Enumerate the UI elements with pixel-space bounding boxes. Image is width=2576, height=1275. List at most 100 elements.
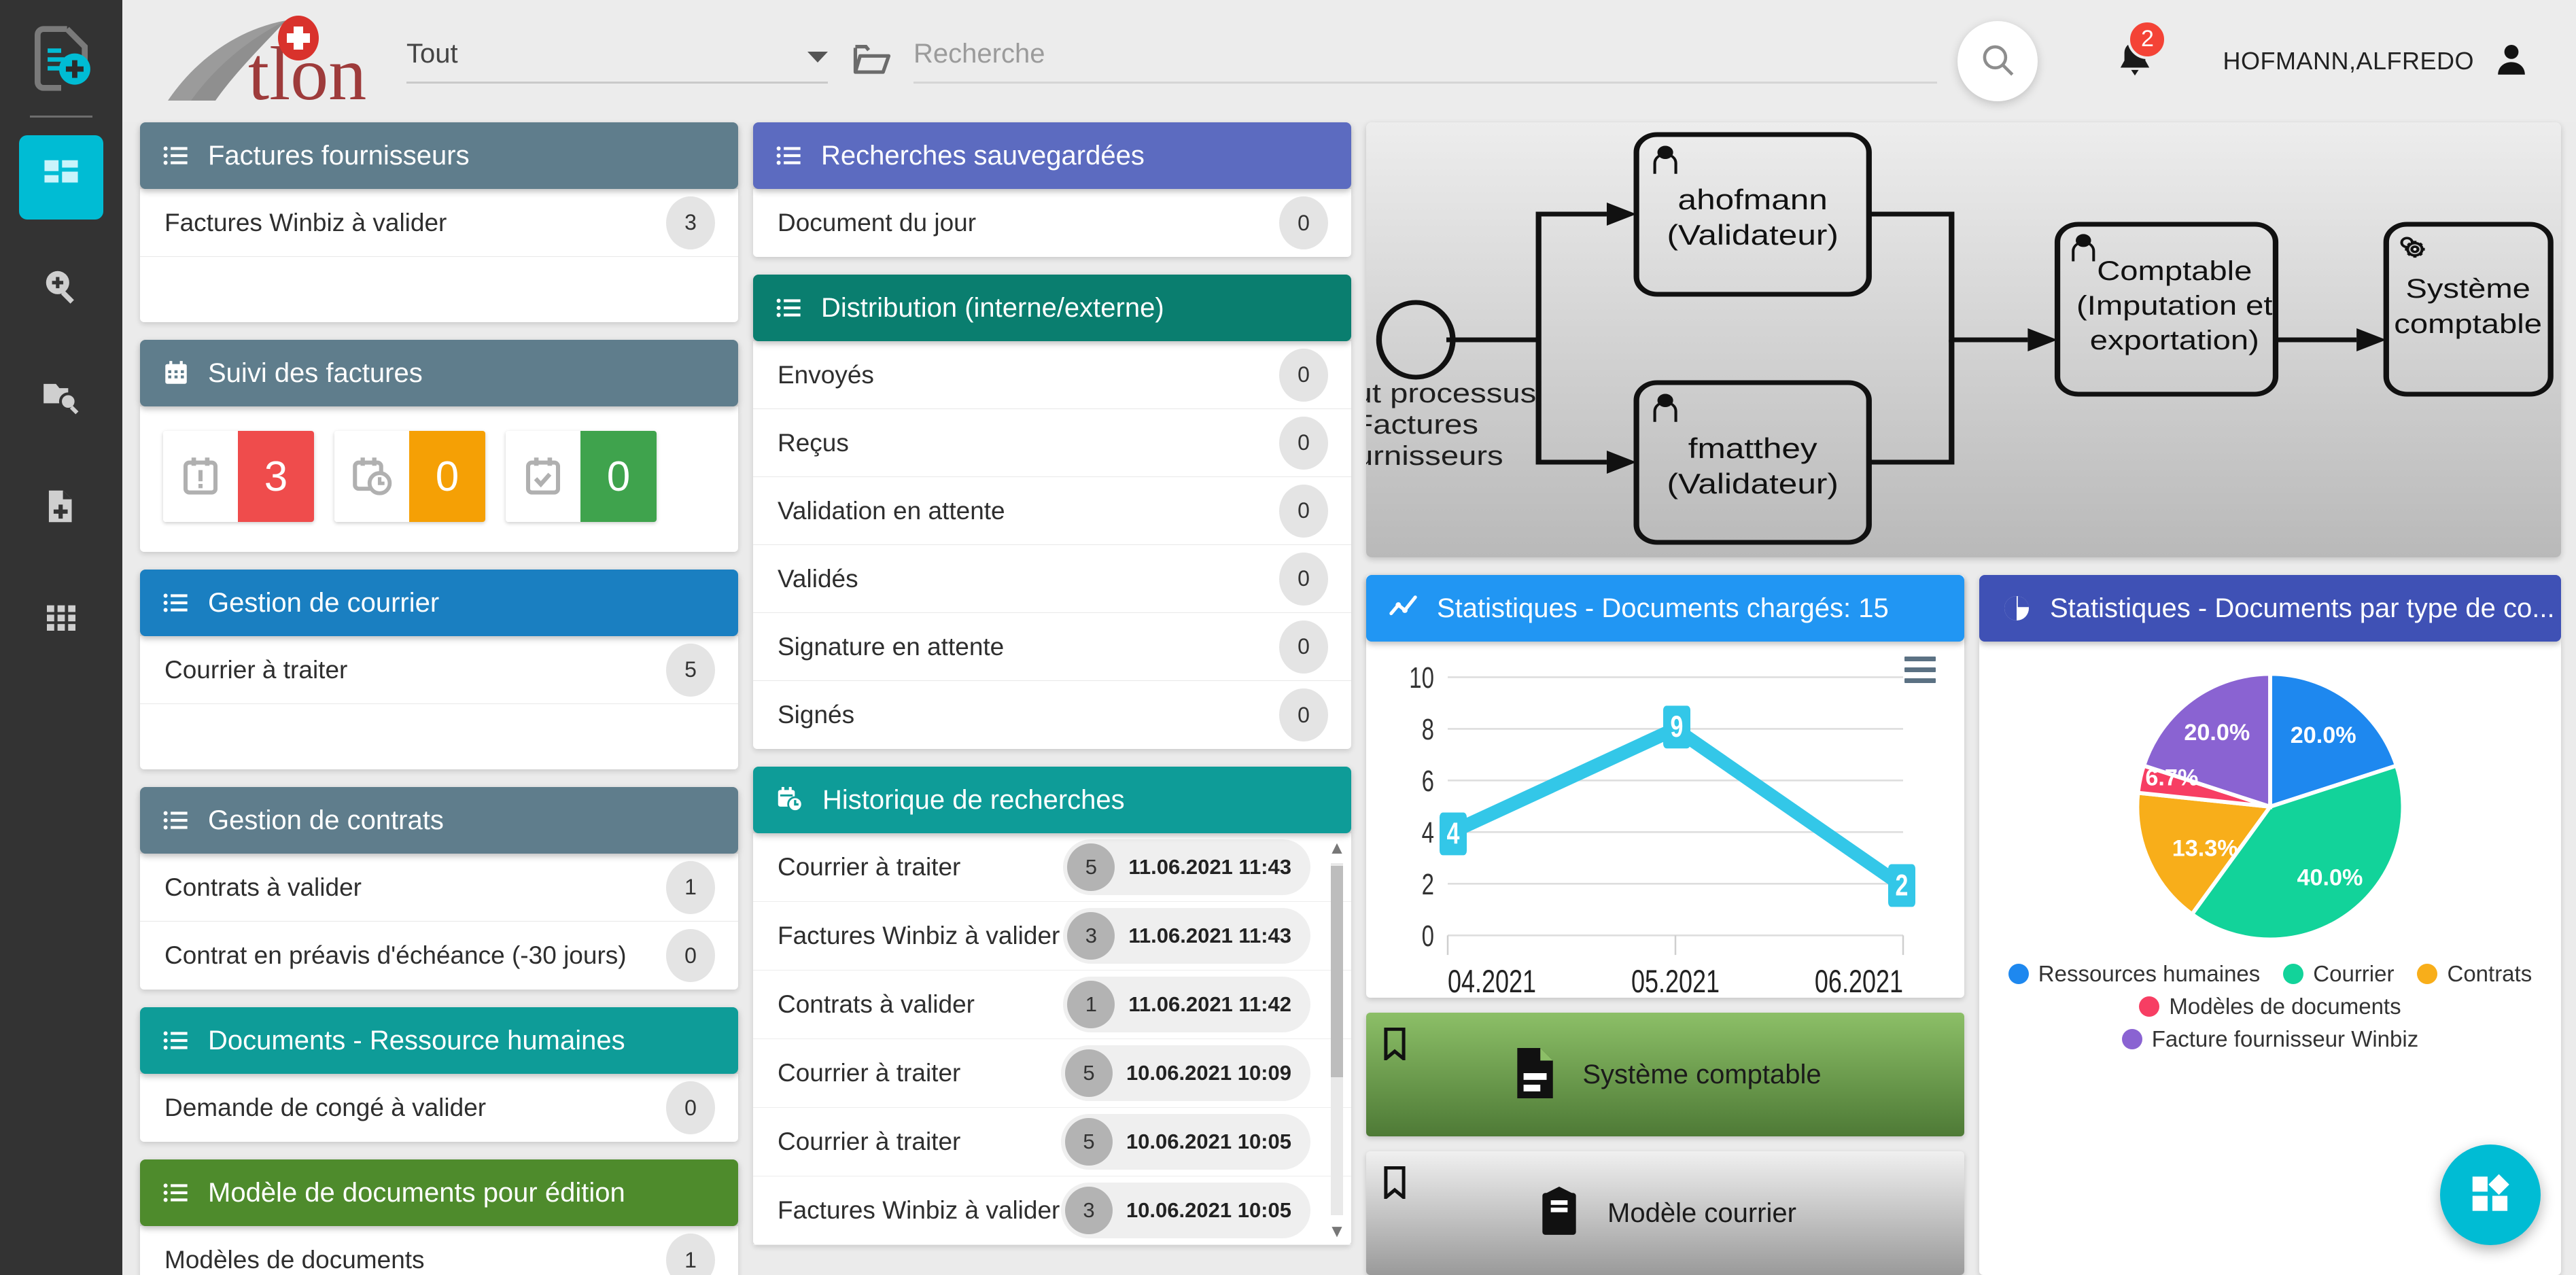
card-header[interactable]: Recherches sauvegardées bbox=[753, 122, 1351, 189]
list-item-label: Courrier à traiter bbox=[778, 1059, 961, 1087]
card-header[interactable]: Modèle de documents pour édition bbox=[140, 1159, 738, 1226]
sidebar-item-folder-search[interactable] bbox=[19, 355, 103, 440]
list-item-date: 11.06.2021 11:43 bbox=[1128, 855, 1291, 879]
shortcut-label: Modèle courrier bbox=[1607, 1198, 1796, 1228]
app-root: tlon Tout Recherche 2 HOFMANN,ALFREDO Fa… bbox=[0, 0, 2576, 1275]
card-body: Courrier à traiter 5 11.06.2021 11:43 Fa… bbox=[753, 833, 1351, 1245]
list-item[interactable]: Validés 0 bbox=[753, 545, 1351, 613]
legend-item[interactable]: Ressources humaines bbox=[2008, 961, 2260, 987]
scroll-up-icon[interactable]: ▲ bbox=[1328, 833, 1346, 862]
card-title: Distribution (interne/externe) bbox=[821, 292, 1164, 323]
search-button[interactable] bbox=[1957, 21, 2038, 101]
list-icon bbox=[775, 294, 803, 322]
card-body: Factures Winbiz à valider 3 bbox=[140, 189, 738, 322]
card-header[interactable]: Statistiques - Documents par type de co.… bbox=[1979, 575, 2561, 642]
legend-label: Modèles de documents bbox=[2169, 994, 2401, 1019]
global-search[interactable] bbox=[913, 39, 1938, 84]
list-item[interactable]: Signature en attente 0 bbox=[753, 613, 1351, 681]
list-item-count: 0 bbox=[1279, 416, 1328, 470]
svg-text:Factures: Factures bbox=[1366, 409, 1478, 440]
list-item[interactable]: Contrats à valider 1 bbox=[140, 854, 738, 922]
list-item-date: 11.06.2021 11:43 bbox=[1128, 924, 1291, 947]
card-title: Gestion de courrier bbox=[208, 587, 440, 618]
folder-search-icon bbox=[40, 375, 82, 421]
card-header[interactable]: Suivi des factures bbox=[140, 340, 738, 406]
card-header[interactable]: Historique de recherches bbox=[753, 767, 1351, 833]
shortcut-modele-courrier[interactable]: Modèle courrier bbox=[1366, 1151, 1964, 1275]
list-item[interactable]: Contrats à valider 1 11.06.2021 11:42 bbox=[753, 971, 1351, 1039]
svg-text:8: 8 bbox=[1422, 714, 1434, 746]
list-item[interactable]: Envoyés 0 bbox=[753, 341, 1351, 409]
scrollbar-thumb[interactable] bbox=[1331, 866, 1343, 1077]
list-item[interactable]: Demande de congé à valider 0 bbox=[140, 1074, 738, 1142]
svg-text:exportation): exportation) bbox=[2090, 325, 2259, 355]
list-item[interactable]: Contrat en préavis d'échéance (-30 jours… bbox=[140, 922, 738, 990]
scroll-down-icon[interactable]: ▼ bbox=[1328, 1217, 1346, 1245]
list-item[interactable]: Signés 0 bbox=[753, 681, 1351, 749]
legend-swatch bbox=[2417, 964, 2438, 984]
list-item[interactable]: Modèles de documents 1 bbox=[140, 1226, 738, 1275]
sidebar-item-apps[interactable] bbox=[19, 576, 103, 660]
card-title: Suivi des factures bbox=[208, 357, 423, 388]
legend-item[interactable]: Modèles de documents bbox=[2139, 994, 2401, 1019]
list-item[interactable]: Factures Winbiz à valider 3 11.06.2021 1… bbox=[753, 902, 1351, 971]
card-header[interactable]: Gestion de courrier bbox=[140, 570, 738, 636]
folder-open-icon[interactable] bbox=[851, 39, 893, 84]
list-item[interactable]: Courrier à traiter 5 10.06.2021 10:09 bbox=[753, 1039, 1351, 1108]
list-item-count: 3 bbox=[666, 196, 715, 249]
svg-text:2: 2 bbox=[1422, 869, 1434, 901]
brand-logo[interactable]: tlon bbox=[150, 10, 387, 112]
sidebar-item-dashboard[interactable] bbox=[19, 135, 103, 220]
list-item[interactable]: Courrier à traiter 5 bbox=[140, 636, 738, 704]
list-item[interactable]: Courrier à traiter 5 11.06.2021 11:43 bbox=[753, 833, 1351, 902]
calendar-icon bbox=[162, 359, 190, 387]
list-item[interactable]: Validation en attente 0 bbox=[753, 477, 1351, 545]
card-header[interactable]: Factures fournisseurs bbox=[140, 122, 738, 189]
legend-swatch bbox=[2008, 964, 2029, 984]
workflow-diagram[interactable]: Début processus Factures fournisseurs ah… bbox=[1366, 122, 2561, 557]
list-item[interactable]: Document du jour 0 bbox=[753, 189, 1351, 257]
card-header[interactable]: Gestion de contrats bbox=[140, 787, 738, 854]
stat-tile-done[interactable]: 0 bbox=[506, 431, 657, 522]
list-item[interactable]: Factures Winbiz à valider 3 bbox=[140, 189, 738, 257]
hamburger-menu-icon[interactable] bbox=[1904, 657, 1936, 689]
history-scrollbar[interactable]: ▲ ▼ bbox=[1328, 833, 1346, 1245]
bookmark-icon[interactable] bbox=[1382, 1166, 1407, 1202]
legend-label: Courrier bbox=[2313, 961, 2395, 986]
stat-value: 0 bbox=[580, 431, 657, 522]
scrollbar-track[interactable] bbox=[1331, 863, 1343, 1215]
list-item[interactable]: Reçus 0 bbox=[753, 409, 1351, 477]
sidebar-item-advanced-search[interactable] bbox=[19, 245, 103, 330]
legend-item[interactable]: Courrier bbox=[2283, 961, 2394, 987]
calendar-check-icon bbox=[506, 431, 580, 522]
calendar-clock-icon bbox=[334, 431, 409, 522]
add-widget-fab[interactable] bbox=[2440, 1145, 2541, 1245]
person-icon bbox=[2492, 40, 2531, 83]
list-item-meta: 3 11.06.2021 11:43 bbox=[1063, 908, 1310, 964]
scope-select[interactable]: Tout bbox=[406, 39, 828, 84]
sidebar-item-new-document[interactable] bbox=[19, 466, 103, 550]
search-icon bbox=[1978, 40, 2017, 83]
stat-tile-pending[interactable]: 0 bbox=[334, 431, 485, 522]
card-header[interactable]: Distribution (interne/externe) bbox=[753, 275, 1351, 341]
shortcut-systeme-comptable[interactable]: Système comptable bbox=[1366, 1013, 1964, 1136]
bookmark-icon[interactable] bbox=[1382, 1027, 1407, 1064]
card-header[interactable]: Documents - Ressource humaines bbox=[140, 1007, 738, 1074]
user-menu[interactable]: HOFMANN,ALFREDO bbox=[2223, 40, 2531, 83]
list-item[interactable]: Courrier à traiter 5 10.06.2021 10:05 bbox=[753, 1108, 1351, 1176]
legend-item[interactable]: Contrats bbox=[2417, 961, 2532, 987]
list-item-count: 0 bbox=[1279, 348, 1328, 402]
list-item-count: 0 bbox=[1279, 484, 1328, 538]
main-area: tlon Tout Recherche 2 HOFMANN,ALFREDO Fa… bbox=[122, 0, 2576, 1275]
legend-item[interactable]: Facture fournisseur Winbiz bbox=[2121, 1026, 2418, 1052]
card-documents-rh: Documents - Ressource humaines Demande d… bbox=[140, 1007, 738, 1142]
list-item-label: Validation en attente bbox=[778, 496, 1005, 525]
stat-tile-overdue[interactable]: 3 bbox=[163, 431, 314, 522]
notifications-button[interactable]: 2 bbox=[2112, 19, 2168, 86]
card-gestion-de-contrats: Gestion de contrats Contrats à valider 1… bbox=[140, 787, 738, 990]
card-header[interactable]: Statistiques - Documents chargés: 15 bbox=[1366, 575, 1964, 642]
pie-slice-label: 20.0% bbox=[2184, 720, 2250, 746]
column-middle: Recherches sauvegardées Document du jour… bbox=[753, 122, 1351, 1275]
search-input[interactable] bbox=[913, 39, 1938, 69]
list-item[interactable]: Factures Winbiz à valider 3 10.06.2021 1… bbox=[753, 1176, 1351, 1245]
